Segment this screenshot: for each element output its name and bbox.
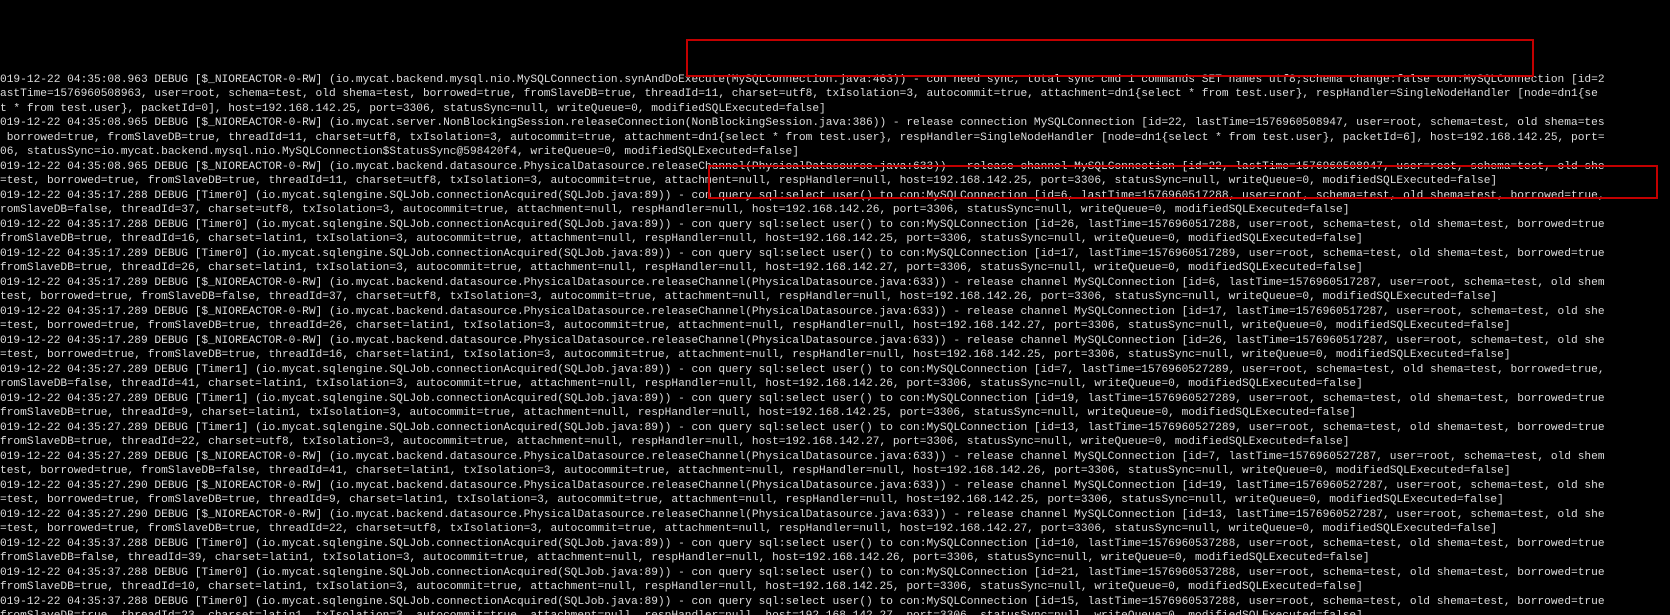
log-line: 019-12-22 04:35:08.965 DEBUG [$_NIOREACT… xyxy=(0,116,1670,131)
log-line: 019-12-22 04:35:27.289 DEBUG [Timer1] (i… xyxy=(0,421,1670,436)
log-line: fromSlaveDB=true, threadId=10, charset=l… xyxy=(0,580,1670,595)
log-line: 019-12-22 04:35:27.290 DEBUG [$_NIOREACT… xyxy=(0,508,1670,523)
log-line: romSlaveDB=false, threadId=37, charset=u… xyxy=(0,203,1670,218)
log-line: test, borrowed=true, fromSlaveDB=false, … xyxy=(0,464,1670,479)
log-line: fromSlaveDB=true, threadId=22, charset=u… xyxy=(0,435,1670,450)
terminal-log-output: 019-12-22 04:35:08.963 DEBUG [$_NIOREACT… xyxy=(0,73,1670,615)
log-line: =test, borrowed=true, fromSlaveDB=true, … xyxy=(0,493,1670,508)
log-line: 019-12-22 04:35:27.289 DEBUG [Timer1] (i… xyxy=(0,363,1670,378)
log-line: fromSlaveDB=false, threadId=39, charset=… xyxy=(0,551,1670,566)
log-line: 019-12-22 04:35:37.288 DEBUG [Timer0] (i… xyxy=(0,537,1670,552)
log-line: 019-12-22 04:35:17.288 DEBUG [Timer0] (i… xyxy=(0,218,1670,233)
highlight-box-1 xyxy=(686,39,1534,77)
log-line: test, borrowed=true, fromSlaveDB=false, … xyxy=(0,290,1670,305)
log-line: 019-12-22 04:35:17.288 DEBUG [Timer0] (i… xyxy=(0,189,1670,204)
log-line: =test, borrowed=true, fromSlaveDB=true, … xyxy=(0,319,1670,334)
log-line: =test, borrowed=true, fromSlaveDB=true, … xyxy=(0,348,1670,363)
log-line: =test, borrowed=true, fromSlaveDB=true, … xyxy=(0,522,1670,537)
log-line: =test, borrowed=true, fromSlaveDB=true, … xyxy=(0,174,1670,189)
log-line: romSlaveDB=false, threadId=41, charset=l… xyxy=(0,377,1670,392)
log-line: 019-12-22 04:35:37.288 DEBUG [Timer0] (i… xyxy=(0,566,1670,581)
log-line: 019-12-22 04:35:17.289 DEBUG [$_NIOREACT… xyxy=(0,276,1670,291)
log-line: fromSlaveDB=true, threadId=9, charset=la… xyxy=(0,406,1670,421)
log-line: fromSlaveDB=true, threadId=26, charset=l… xyxy=(0,261,1670,276)
log-line: astTime=1576960508963, user=root, schema… xyxy=(0,87,1670,102)
log-line: 06, statusSync=io.mycat.backend.mysql.ni… xyxy=(0,145,1670,160)
log-line: 019-12-22 04:35:17.289 DEBUG [Timer0] (i… xyxy=(0,247,1670,262)
log-line: 019-12-22 04:35:27.290 DEBUG [$_NIOREACT… xyxy=(0,479,1670,494)
log-line: borrowed=true, fromSlaveDB=true, threadI… xyxy=(0,131,1670,146)
log-line: fromSlaveDB=true, threadId=16, charset=l… xyxy=(0,232,1670,247)
log-line: 019-12-22 04:35:37.288 DEBUG [Timer0] (i… xyxy=(0,595,1670,610)
log-line: 019-12-22 04:35:17.289 DEBUG [$_NIOREACT… xyxy=(0,305,1670,320)
log-line: 019-12-22 04:35:27.289 DEBUG [$_NIOREACT… xyxy=(0,450,1670,465)
log-line: t * from test.user}, packetId=0], host=1… xyxy=(0,102,1670,117)
log-line: 019-12-22 04:35:17.289 DEBUG [$_NIOREACT… xyxy=(0,334,1670,349)
log-line: 019-12-22 04:35:08.963 DEBUG [$_NIOREACT… xyxy=(0,73,1670,88)
log-line: 019-12-22 04:35:27.289 DEBUG [Timer1] (i… xyxy=(0,392,1670,407)
log-line: 019-12-22 04:35:08.965 DEBUG [$_NIOREACT… xyxy=(0,160,1670,175)
log-line: fromSlaveDB=true, threadId=23, charset=l… xyxy=(0,609,1670,615)
